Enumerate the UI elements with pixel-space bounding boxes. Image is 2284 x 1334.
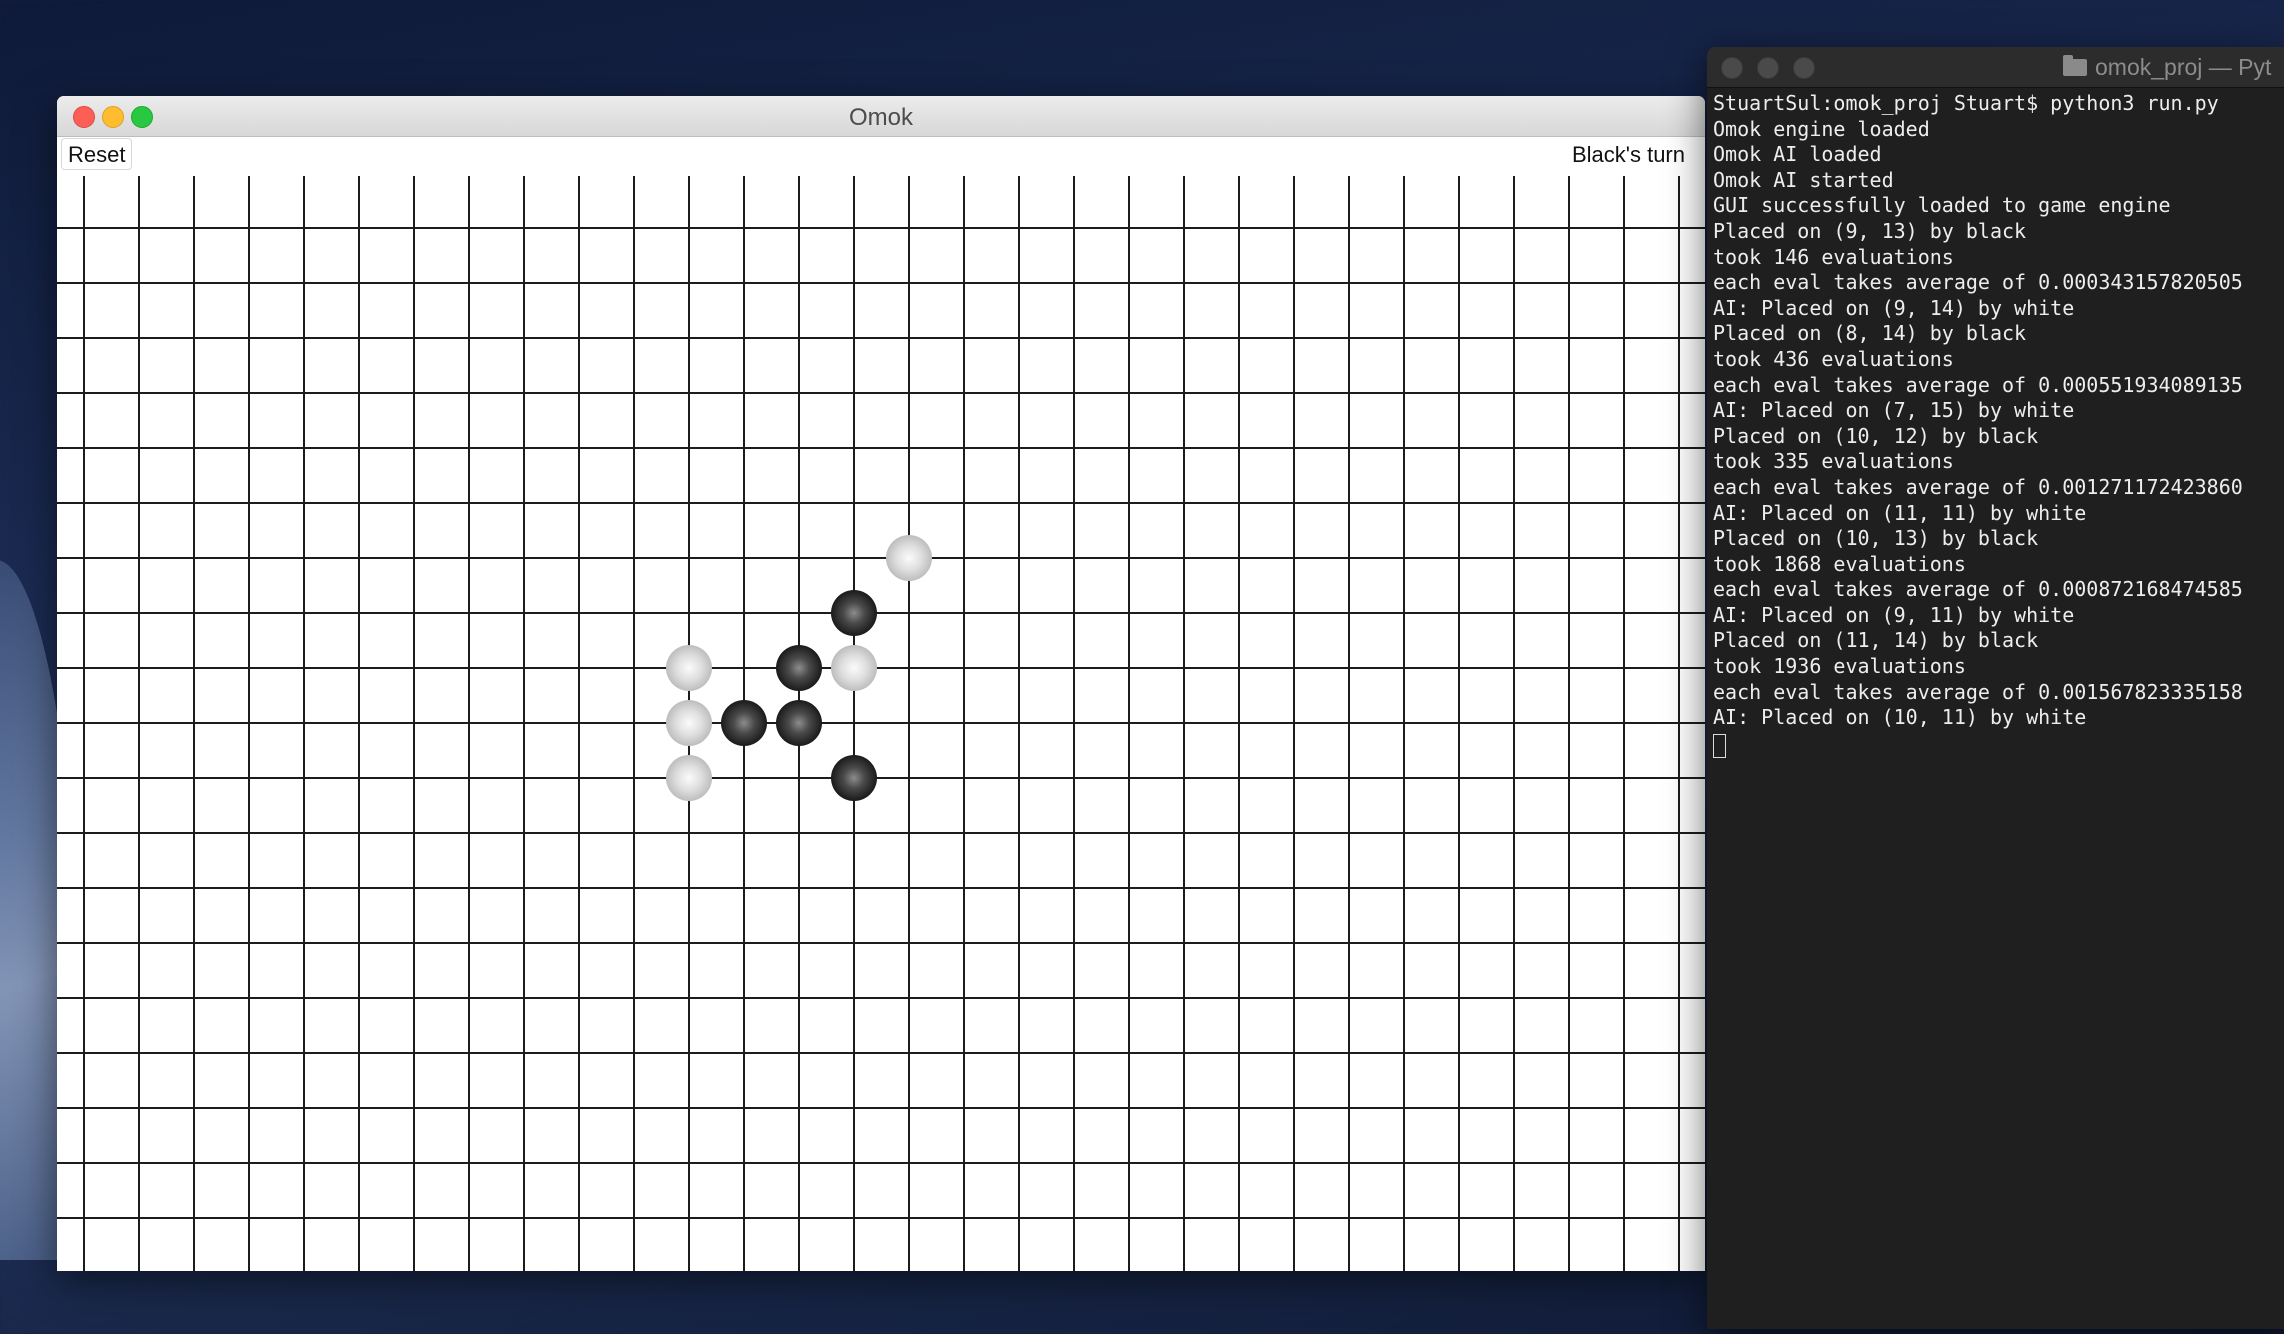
- black-stone: [831, 755, 877, 801]
- white-stone: [666, 755, 712, 801]
- turn-status-label: Black's turn: [1571, 142, 1685, 167]
- omok-titlebar[interactable]: Omok: [57, 96, 1705, 137]
- omok-toolbar: Reset Black's turn: [57, 137, 1705, 173]
- terminal-line: each eval takes average of 0.00127117242…: [1713, 474, 2243, 499]
- terminal-output[interactable]: StuartSul:omok_proj Stuart$ python3 run.…: [1713, 91, 2284, 758]
- terminal-line: GUI successfully loaded to game engine: [1713, 193, 2171, 218]
- terminal-title: omok_proj — Pyt: [2063, 54, 2271, 81]
- terminal-line: AI: Placed on (9, 14) by white: [1713, 295, 2075, 320]
- terminal-line: Placed on (9, 13) by black: [1713, 218, 2027, 243]
- terminal-line: StuartSul:omok_proj Stuart$ python3 run.…: [1713, 91, 2219, 115]
- terminal-line: took 1868 evaluations: [1713, 551, 1966, 576]
- black-stone: [776, 700, 822, 746]
- white-stone: [666, 645, 712, 691]
- white-stone: [666, 700, 712, 746]
- terminal-line: each eval takes average of 0.00087216847…: [1713, 577, 2243, 602]
- terminal-title-text: omok_proj — Pyt: [2095, 54, 2272, 80]
- black-stone: [776, 645, 822, 691]
- terminal-line: took 1936 evaluations: [1713, 654, 1966, 679]
- board-grid: [57, 176, 1705, 1271]
- reset-button[interactable]: Reset: [61, 138, 133, 170]
- black-stone: [721, 700, 767, 746]
- omok-window: Omok Reset Black's turn: [57, 96, 1705, 1271]
- game-board[interactable]: [57, 176, 1705, 1271]
- terminal-line: AI: Placed on (9, 11) by white: [1713, 602, 2075, 627]
- terminal-minimize-button[interactable]: [1757, 57, 1779, 79]
- terminal-line: Omok AI started: [1713, 167, 1894, 192]
- terminal-line: Placed on (10, 13) by black: [1713, 526, 2039, 551]
- terminal-window: omok_proj — Pyt StuartSul:omok_proj Stua…: [1707, 47, 2284, 1329]
- terminal-line: took 335 evaluations: [1713, 449, 1954, 474]
- terminal-line: each eval takes average of 0.00156782333…: [1713, 679, 2243, 704]
- window-title: Omok: [848, 104, 913, 131]
- terminal-zoom-button[interactable]: [1793, 57, 1815, 79]
- terminal-line: AI: Placed on (11, 11) by white: [1713, 500, 2087, 525]
- terminal-line: Placed on (8, 14) by black: [1713, 321, 2027, 346]
- terminal-titlebar[interactable]: omok_proj — Pyt: [1707, 47, 2284, 88]
- terminal-cursor: [1713, 733, 1726, 758]
- white-stone: [886, 535, 932, 581]
- terminal-line: each eval takes average of 0.00034315782…: [1713, 270, 2243, 295]
- terminal-line: AI: Placed on (10, 11) by white: [1713, 705, 2087, 730]
- black-stone: [831, 590, 877, 636]
- terminal-close-button[interactable]: [1721, 57, 1743, 79]
- terminal-line: AI: Placed on (7, 15) by white: [1713, 398, 2075, 423]
- terminal-line: Placed on (11, 14) by black: [1713, 628, 2039, 653]
- terminal-line: each eval takes average of 0.00055193408…: [1713, 372, 2243, 397]
- terminal-line: Omok engine loaded: [1713, 116, 1930, 141]
- terminal-line: took 436 evaluations: [1713, 346, 1954, 371]
- terminal-line: took 146 evaluations: [1713, 244, 1954, 269]
- terminal-line: Omok AI loaded: [1713, 142, 1882, 167]
- white-stone: [831, 645, 877, 691]
- folder-icon: [2063, 55, 2087, 76]
- terminal-line: Placed on (10, 12) by black: [1713, 423, 2039, 448]
